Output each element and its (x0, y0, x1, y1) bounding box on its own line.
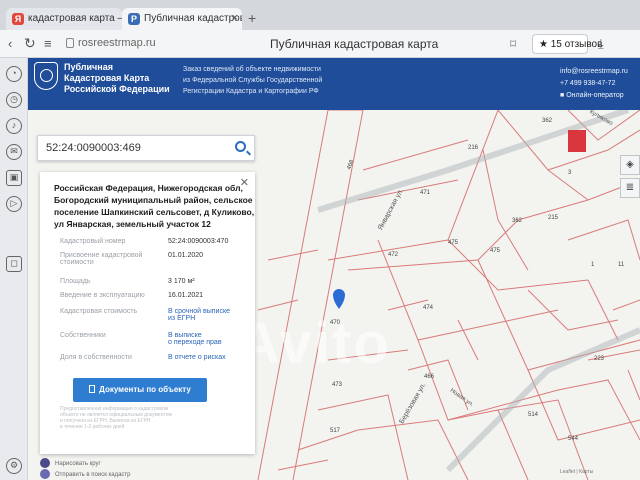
send-to-search-tool[interactable]: Отправить в поиск кадастр (40, 469, 131, 479)
cadastral-search (37, 135, 255, 161)
draw-circle-tool[interactable]: Нарисовать круг (40, 458, 101, 468)
tab-label: Публичная кадастровая к... (144, 13, 242, 24)
music-icon[interactable]: ♪ (6, 118, 22, 134)
send-icon (40, 469, 50, 479)
risk-report-link[interactable]: В отчете о рисках (168, 354, 226, 361)
browser-tab-strip: Я кадастровая карта — Янде... Р Публична… (0, 0, 640, 30)
info-row-ownership-share: Доля в собственности В отчете о рисках (60, 354, 226, 361)
contact-email[interactable]: info@rosreestrmap.ru (560, 66, 628, 78)
browser-address-bar: ‹ ↻ ≡ rosreestrmap.ru Публичная кадастро… (0, 30, 640, 58)
parcel-number: 1 (591, 262, 595, 268)
browser-tab-yandex[interactable]: Я кадастровая карта — Янде... (6, 8, 122, 30)
square-icon[interactable]: ◻ (6, 256, 22, 272)
user-icon[interactable]: ◔ (6, 66, 22, 82)
reload-icon[interactable]: ↻ (24, 35, 36, 52)
info-row-owners: Собственники В выписке о переходе прав (60, 332, 222, 346)
documents-button[interactable]: Документы по объекту (73, 378, 207, 402)
parcel-number: 474 (423, 305, 434, 311)
parcel-number: 466 (424, 374, 435, 380)
parcel-number: 215 (548, 215, 559, 221)
parcel-number: 475 (448, 240, 459, 246)
site-brand[interactable]: Публичная Кадастровая Карта Российской Ф… (64, 62, 170, 95)
yandex-favicon-icon: Я (12, 13, 24, 25)
parcel-number: 475 (490, 248, 501, 254)
online-operator-link[interactable]: ■ Онлайн-оператор (560, 90, 628, 102)
parcel-number: 3 (568, 170, 572, 176)
parcel-number: 517 (330, 428, 341, 434)
site-header: Публичная Кадастровая Карта Российской Ф… (28, 58, 640, 110)
parcel-number: 362 (542, 118, 553, 124)
parcel-number: 223 (594, 356, 605, 362)
transfer-extract-link[interactable]: В выписке о переходе прав (168, 332, 222, 346)
download-icon[interactable]: ⤓ (598, 36, 604, 52)
bookmark-icon[interactable]: ⌑ (510, 37, 516, 51)
parcel-info-panel: ✕ Российская Федерация, Нижегородская об… (40, 172, 255, 454)
browser-sidebar: ◔ ◷ ♪ ✉ ▣ ▷ ◻ ⚙ (0, 58, 28, 480)
parcel-number: 514 (528, 412, 539, 418)
reviews-button[interactable]: ★ 15 отзывов (532, 34, 602, 54)
parcel-number: 11 (618, 262, 625, 268)
search-icon[interactable] (235, 141, 246, 152)
emblem-icon (34, 62, 58, 90)
parcel-number: 472 (388, 252, 399, 258)
info-row-cadastral-value: Кадастровая стоимость В срочной выписке и… (60, 308, 230, 322)
map-attribution: Leaflet | Карты (560, 469, 594, 475)
watermark: Avito (238, 311, 391, 376)
site-description: Заказ сведений об объекте недвижимости и… (183, 66, 323, 95)
browser-tab-cadastral-map[interactable]: Р Публичная кадастровая к... × (122, 8, 242, 30)
document-icon (89, 385, 96, 393)
parcel-number: 216 (468, 145, 479, 151)
url-field[interactable]: rosreestrmap.ru (78, 37, 156, 49)
map-layers-button[interactable]: ≣ (620, 178, 640, 198)
play-icon[interactable]: ▷ (6, 196, 22, 212)
settings-icon[interactable]: ⚙ (6, 458, 22, 474)
lock-icon (66, 38, 74, 48)
draw-icon (40, 458, 50, 468)
parcel-address: Российская Федерация, Нижегородская обл,… (54, 183, 255, 229)
info-row-cadastral-number: Кадастровый номер 52:24:0090003:470 (60, 238, 229, 245)
contact-phone[interactable]: +7 499 938-47-72 (560, 78, 628, 90)
layers-icon[interactable]: ◈ (620, 155, 640, 175)
disclaimer-note: Предоставленная информация о кадастровом… (60, 406, 172, 430)
message-icon[interactable]: ✉ (6, 144, 22, 160)
parcel-number: 473 (332, 382, 343, 388)
back-icon[interactable]: ‹ (8, 36, 12, 51)
parcel-number: 362 (512, 218, 523, 224)
extract-link[interactable]: В срочной выписке из ЕГРН (168, 308, 230, 322)
new-tab-button[interactable]: + (248, 10, 256, 26)
rosreestr-favicon-icon: Р (128, 13, 140, 25)
contacts: info@rosreestrmap.ru +7 499 938-47-72 ■ … (560, 66, 628, 102)
clock-icon[interactable]: ◷ (6, 92, 22, 108)
info-row-valuation-date: Присвоение кадастровой стоимости 01.01.2… (60, 252, 204, 266)
page-title: Публичная кадастровая карта (270, 37, 439, 51)
parcel-number: 471 (420, 190, 431, 196)
search-input[interactable] (38, 136, 218, 160)
collections-icon[interactable]: ▣ (6, 170, 22, 186)
parcel-number: 544 (568, 436, 579, 442)
location-pin-icon[interactable] (333, 289, 345, 309)
close-tab-icon[interactable]: × (232, 12, 238, 24)
parcel-number: 470 (330, 320, 341, 326)
info-row-commissioning: Введение в эксплуатацию 16.01.2021 (60, 292, 204, 299)
menu-lines-icon[interactable]: ≡ (44, 36, 52, 51)
tab-label: кадастровая карта — Янде... (28, 13, 122, 24)
highlighted-parcel[interactable] (568, 130, 586, 152)
info-row-area: Площадь 3 170 м² (60, 278, 195, 285)
